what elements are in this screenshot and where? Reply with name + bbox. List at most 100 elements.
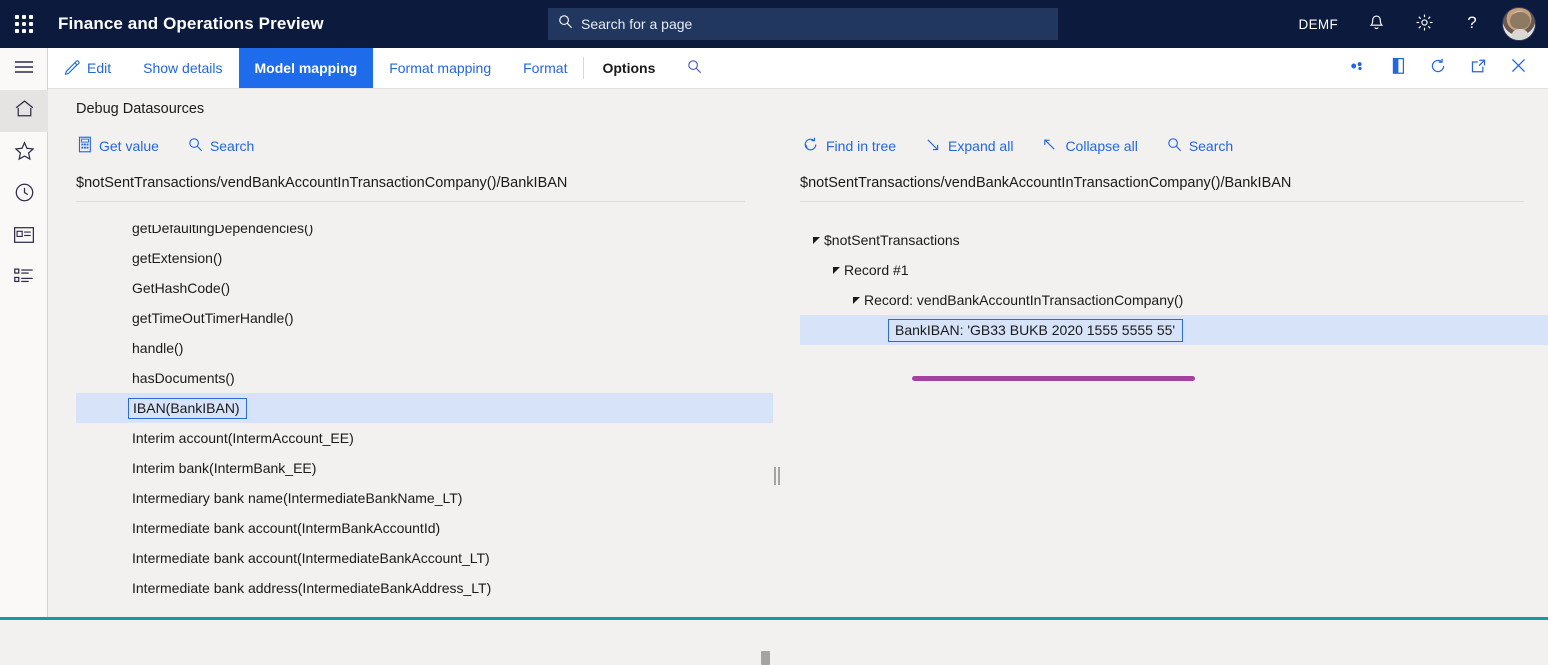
notifications-button[interactable] <box>1352 0 1400 48</box>
list-item[interactable]: GetHashCode() <box>76 273 773 303</box>
list-item[interactable]: Intermediate bank account(IntermBankAcco… <box>76 513 773 543</box>
tree-node-label: Record: vendBankAccountInTransactionComp… <box>864 292 1183 308</box>
tab-options[interactable]: Options <box>584 48 671 88</box>
refresh-circle-icon <box>802 136 819 156</box>
datasources-search-label: Search <box>210 138 254 154</box>
tree-node-selected[interactable]: BankIBAN: 'GB33 BUKB 2020 1555 5555 55' <box>800 315 1548 345</box>
tree-panel: Find in tree Expand all Collapse all Sea… <box>788 129 1548 617</box>
pencil-icon <box>64 59 80 78</box>
panel-splitter-handle[interactable] <box>772 465 782 487</box>
sidebar-item-favorites[interactable] <box>0 132 48 174</box>
page-title: Debug Datasources <box>76 101 204 117</box>
sidebar-item-modules[interactable] <box>0 258 48 300</box>
get-value-button[interactable]: Get value <box>76 133 172 159</box>
datasources-panel: Get value Search $notSentTransactions/ve… <box>48 129 773 617</box>
global-search-placeholder: Search for a page <box>581 16 692 32</box>
settings-button[interactable] <box>1400 0 1448 48</box>
tree-node[interactable]: $notSentTransactions <box>800 225 1548 255</box>
home-icon <box>14 99 35 123</box>
datasources-toolbar: Get value Search <box>48 129 773 163</box>
hamburger-menu-icon <box>14 60 34 79</box>
list-item[interactable]: Intermediary bank name(IntermediateBankN… <box>76 483 773 513</box>
avatar[interactable] <box>1502 7 1536 41</box>
office-app-icon <box>1391 57 1406 80</box>
top-navigation-bar: Finance and Operations Preview Search fo… <box>0 0 1548 48</box>
expand-all-label: Expand all <box>948 138 1013 154</box>
datasources-search-button[interactable]: Search <box>186 134 267 158</box>
list-item[interactable]: hasDocuments() <box>76 363 773 393</box>
command-toolbar: Edit Show details Model mapping Format m… <box>48 48 1548 89</box>
global-search-box[interactable]: Search for a page <box>548 8 1058 40</box>
search-icon <box>687 59 702 77</box>
search-icon <box>1167 137 1182 155</box>
tree-node-label: Record #1 <box>844 262 909 278</box>
tree-node[interactable]: Record: vendBankAccountInTransactionComp… <box>800 285 1548 315</box>
tab-format[interactable]: Format <box>507 48 583 88</box>
sidebar-item-workspaces[interactable] <box>0 216 48 258</box>
datasources-path: $notSentTransactions/vendBankAccountInTr… <box>76 175 745 202</box>
toolbar-search-button[interactable] <box>671 48 718 88</box>
refresh-button[interactable] <box>1420 48 1456 88</box>
chevron-expanded-icon[interactable] <box>808 236 824 245</box>
company-selector[interactable]: DEMF <box>1285 0 1352 48</box>
datasources-scrollbar-thumb[interactable] <box>761 651 770 665</box>
help-button[interactable]: ? <box>1448 0 1496 48</box>
tab-format-mapping[interactable]: Format mapping <box>373 48 507 88</box>
search-icon <box>188 137 203 155</box>
list-item-selected-label: IBAN(BankIBAN) <box>128 398 247 419</box>
chevron-expanded-icon[interactable] <box>828 266 844 275</box>
open-in-new-window-button[interactable] <box>1460 48 1496 88</box>
popout-icon <box>1470 58 1487 79</box>
star-icon <box>14 141 35 166</box>
attachments-button[interactable] <box>1340 48 1376 88</box>
app-title: Finance and Operations Preview <box>58 14 324 34</box>
bell-icon <box>1368 14 1385 35</box>
tab-edit[interactable]: Edit <box>48 48 127 88</box>
tab-show-details[interactable]: Show details <box>127 48 238 88</box>
open-in-office-button[interactable] <box>1380 48 1416 88</box>
waffle-menu-button[interactable] <box>0 0 48 48</box>
sidebar-item-recent[interactable] <box>0 174 48 216</box>
list-item[interactable]: Interim bank(IntermBank_EE) <box>76 453 773 483</box>
content-area: Debug Datasources Get value Search $notS… <box>48 89 1548 617</box>
sidebar-item-navigation-menu[interactable] <box>0 48 48 90</box>
sidebar-item-home[interactable] <box>0 90 48 132</box>
datasources-list[interactable]: getDefaultingDependencies() getExtension… <box>76 225 773 617</box>
list-item[interactable]: handle() <box>76 333 773 363</box>
gear-icon <box>1415 13 1434 35</box>
calculator-icon <box>78 136 92 156</box>
tree-node[interactable]: Record #1 <box>800 255 1548 285</box>
collapse-all-button[interactable]: Collapse all <box>1040 134 1150 159</box>
list-item[interactable]: getExtension() <box>76 243 773 273</box>
tree-toolbar: Find in tree Expand all Collapse all Sea… <box>788 129 1548 163</box>
find-in-tree-label: Find in tree <box>826 138 896 154</box>
list-item[interactable]: Intermediate bank account(IntermediateBa… <box>76 543 773 573</box>
clock-icon <box>14 182 35 208</box>
attach-link-icon <box>1349 59 1367 78</box>
datasource-tree[interactable]: $notSentTransactions Record #1 Record: v… <box>800 225 1548 617</box>
tab-edit-label: Edit <box>87 60 111 76</box>
question-mark-icon: ? <box>1463 13 1481 35</box>
value-annotation-underline <box>912 376 1195 381</box>
list-item[interactable]: getTimeOutTimerHandle() <box>76 303 773 333</box>
list-item[interactable]: Interim account(IntermAccount_EE) <box>76 423 773 453</box>
tree-node-label: $notSentTransactions <box>824 232 960 248</box>
chevron-expanded-icon[interactable] <box>848 296 864 305</box>
toolbar-right-actions <box>1340 48 1548 88</box>
collapse-all-label: Collapse all <box>1065 138 1137 154</box>
left-navigation-rail <box>0 48 48 617</box>
list-item[interactable]: Intermediate bank address(IntermediateBa… <box>76 573 773 603</box>
search-icon <box>558 14 573 34</box>
close-button[interactable] <box>1500 48 1536 88</box>
tree-search-button[interactable]: Search <box>1165 134 1246 158</box>
tab-model-mapping[interactable]: Model mapping <box>239 48 374 88</box>
tree-path: $notSentTransactions/vendBankAccountInTr… <box>800 175 1524 202</box>
list-item[interactable]: getDefaultingDependencies() <box>76 225 773 243</box>
top-right-actions: DEMF ? <box>1285 0 1540 48</box>
arrow-down-right-icon <box>925 137 941 156</box>
waffle-grid-icon <box>15 15 33 33</box>
find-in-tree-button[interactable]: Find in tree <box>800 133 909 159</box>
workspace-icon <box>13 226 35 249</box>
list-item-selected[interactable]: IBAN(BankIBAN) <box>76 393 773 423</box>
expand-all-button[interactable]: Expand all <box>923 134 1026 159</box>
